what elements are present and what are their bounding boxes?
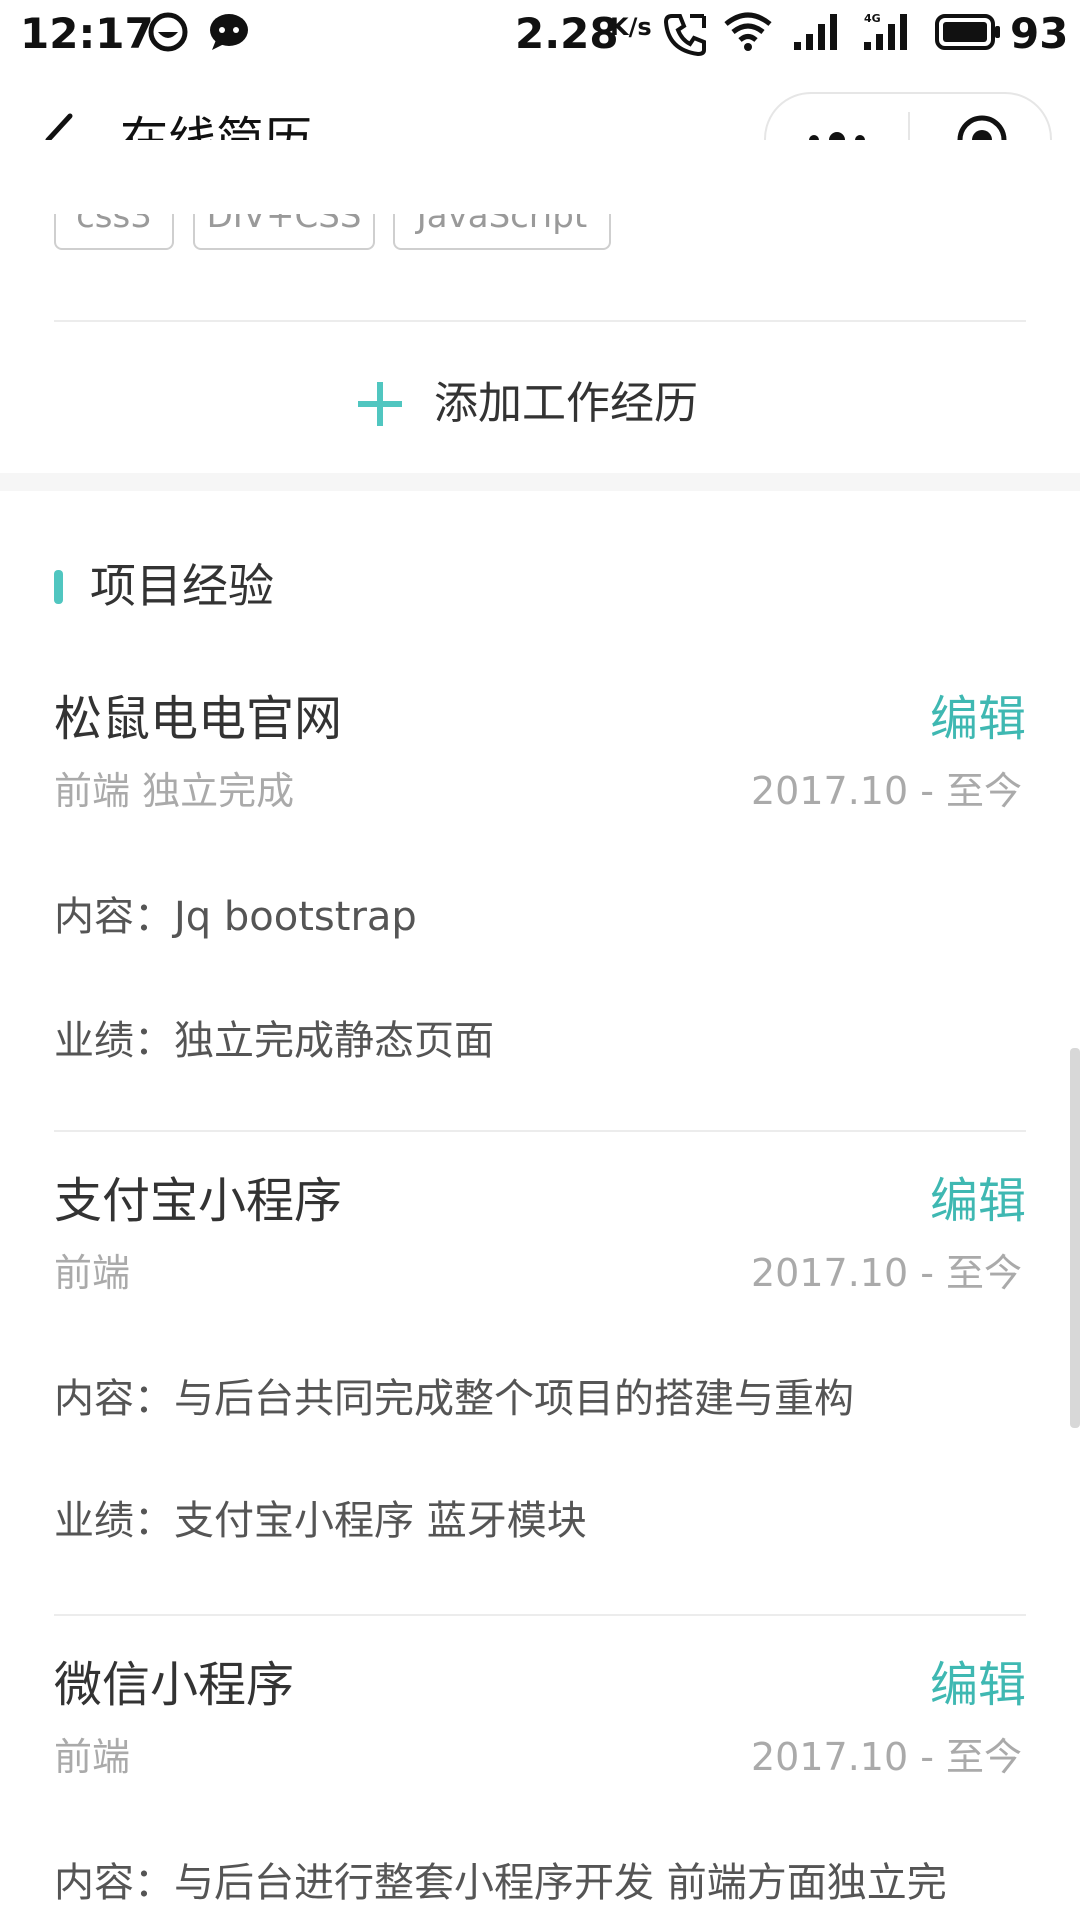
network-speed: 2.28 — [515, 9, 619, 58]
project-role: 前端 — [54, 1251, 131, 1295]
project-role: 前端 独立完成 — [54, 769, 295, 813]
chat-bubble-icon — [210, 14, 248, 50]
phone-call-icon — [664, 14, 706, 56]
signal-4g-icon: 4G — [864, 12, 907, 50]
project-content: 内容：Jq bootstrap — [54, 894, 417, 940]
project-achievement: 业绩：独立完成静态页面 — [54, 1018, 494, 1064]
project-name: 松鼠电电官网 — [54, 691, 343, 747]
section-title: 项目经验 — [90, 559, 274, 613]
section-accent-bar — [54, 570, 63, 604]
status-bar: 12:17 2.28 K/s 4G 93 — [0, 0, 1080, 66]
project-content: 内容：与后台共同完成整个项目的搭建与重构 — [54, 1376, 854, 1422]
status-time: 12:17 — [20, 9, 154, 58]
project-name: 支付宝小程序 — [54, 1173, 343, 1229]
section-gap — [0, 473, 1080, 491]
add-work-experience-button[interactable]: 添加工作经历 — [0, 330, 1080, 470]
project-content: 内容：与后台进行整套小程序开发 前端方面独立完 — [54, 1860, 947, 1906]
scrollbar[interactable] — [1070, 1048, 1080, 1428]
wifi-icon — [724, 12, 772, 51]
nav-bar-backdrop — [0, 140, 1080, 214]
plus-icon — [358, 382, 402, 426]
divider — [54, 1130, 1026, 1132]
network-speed-unit: K/s — [610, 13, 652, 41]
battery-icon — [935, 14, 1000, 50]
svg-text:4G: 4G — [864, 12, 881, 25]
project-achievement: 业绩：支付宝小程序 蓝牙模块 — [54, 1498, 587, 1544]
add-work-experience-label: 添加工作经历 — [434, 378, 698, 429]
edit-button[interactable]: 编辑 — [930, 688, 1026, 750]
divider — [54, 1614, 1026, 1616]
project-date: 2017.10 - 至今 — [750, 1735, 1022, 1779]
project-role: 前端 — [54, 1735, 131, 1779]
divider — [54, 320, 1026, 322]
project-date: 2017.10 - 至今 — [750, 769, 1022, 813]
edit-button[interactable]: 编辑 — [930, 1170, 1026, 1232]
battery-level: 93 — [1010, 9, 1069, 58]
project-name: 微信小程序 — [54, 1657, 295, 1713]
signal-strength-icon — [794, 14, 837, 50]
smiley-app-icon — [148, 12, 188, 52]
edit-button[interactable]: 编辑 — [930, 1654, 1026, 1716]
project-date: 2017.10 - 至今 — [750, 1251, 1022, 1295]
